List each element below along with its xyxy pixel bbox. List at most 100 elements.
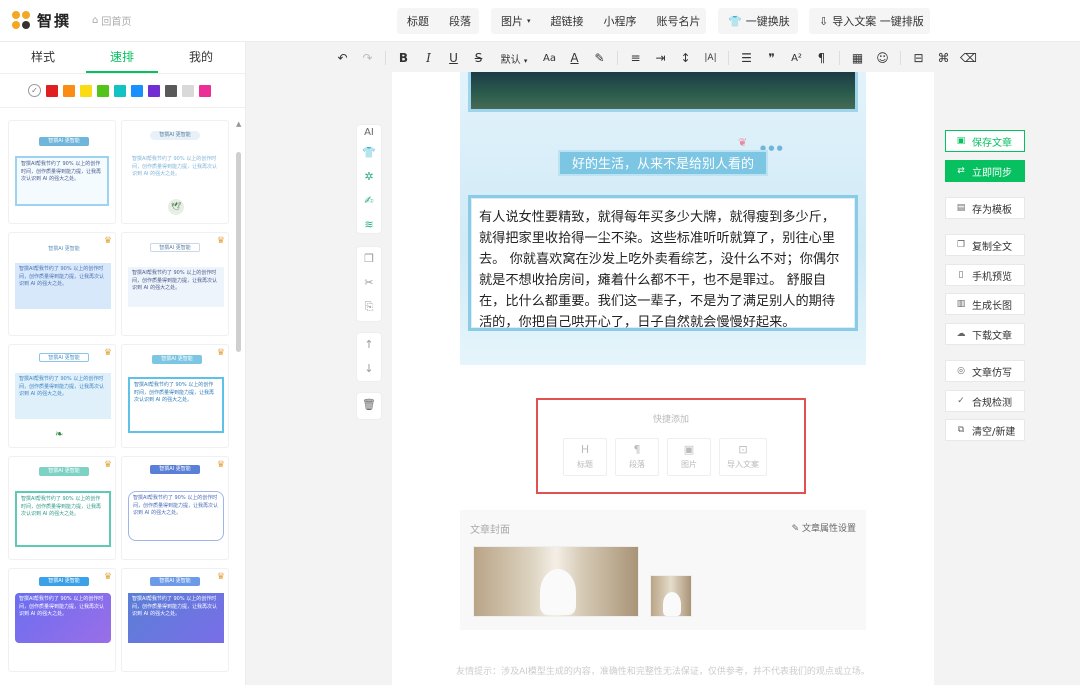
line-height-icon[interactable]: ↕ bbox=[673, 51, 698, 65]
color-swatch-cyan[interactable] bbox=[114, 84, 126, 97]
image-icon: ▣ bbox=[683, 443, 695, 456]
color-swatch-blue[interactable] bbox=[131, 84, 143, 97]
insert-account-card-button[interactable]: 账号名片 bbox=[647, 13, 711, 29]
quick-add-image-button[interactable]: ▣ 图片 bbox=[667, 438, 711, 476]
eraser-icon[interactable]: ⌫ bbox=[956, 51, 981, 65]
article-settings-link[interactable]: ✎ 文章属性设置 bbox=[792, 521, 856, 534]
tab-mine[interactable]: 我的 bbox=[165, 42, 237, 73]
mobile-preview-button[interactable]: ▯ 手机预览 bbox=[945, 264, 1025, 286]
long-image-button[interactable]: ▥ 生成长图 bbox=[945, 293, 1025, 315]
template-card[interactable]: ♛ 智撰AI 更智能 智撰AI帮我节约了 90% 以上的创作时间，创作质量得到能… bbox=[8, 232, 116, 336]
color-swatch-pink[interactable] bbox=[199, 84, 211, 97]
download-article-button[interactable]: ☁ 下载文章 bbox=[945, 323, 1025, 345]
template-card[interactable]: ♛ 智撰AI 更智能 智撰AI帮我节约了 90% 以上的创作时间，创作质量得到能… bbox=[121, 344, 229, 448]
crown-icon: ♛ bbox=[216, 460, 225, 470]
ai-layout-icon[interactable]: ≋ bbox=[364, 213, 373, 237]
move-up-icon[interactable]: ↑ bbox=[364, 333, 373, 357]
letter-spacing-icon[interactable]: |A| bbox=[698, 53, 723, 63]
template-card[interactable]: ♛ 智撰AI 更智能 智撰AI帮我节约了 90% 以上的创作时间，创作质量得到能… bbox=[8, 568, 116, 672]
style-panel: 样式 速排 我的 ✓ 智撰AI 更智能 智撰AI帮我节约了 90% 以上的创作时… bbox=[0, 42, 246, 685]
rewrite-article-button[interactable]: ◎ 文章仿写 bbox=[945, 360, 1025, 382]
paste-icon[interactable]: ⎘ bbox=[365, 295, 374, 319]
article-paragraph[interactable]: 有人说女性要精致，就得每年买多少大牌，就得瘦到多少斤，就得把家里收拾得一尘不染。… bbox=[468, 195, 858, 331]
save-article-button[interactable]: ▣ 保存文章 bbox=[945, 130, 1025, 152]
quick-add-box: 快捷添加 H 标题 ¶ 段落 ▣ 图片 ⊡ 导入文案 bbox=[536, 398, 806, 494]
copy-all-button[interactable]: ❐ 复制全文 bbox=[945, 234, 1025, 256]
quick-add-paragraph-button[interactable]: ¶ 段落 bbox=[615, 438, 659, 476]
ai-write-icon[interactable]: ✍ bbox=[364, 189, 373, 213]
underline-icon[interactable]: U bbox=[441, 51, 466, 65]
font-size-icon[interactable]: Aa bbox=[537, 53, 562, 64]
article-settings-label: 文章属性设置 bbox=[801, 524, 856, 534]
clear-new-button[interactable]: ⧉ 清空/新建 bbox=[945, 419, 1025, 441]
rewrite-article-label: 文章仿写 bbox=[972, 367, 1012, 379]
color-swatch-grey[interactable] bbox=[182, 84, 194, 97]
undo-icon[interactable]: ↶ bbox=[330, 51, 355, 65]
cover-image-large[interactable] bbox=[473, 546, 639, 617]
article-heading[interactable]: 好的生活，从来不是给别人看的 bbox=[558, 150, 768, 176]
insert-paragraph-button[interactable]: 段落 bbox=[439, 13, 481, 29]
table-icon[interactable]: ▦ bbox=[845, 51, 870, 65]
font-color-icon[interactable]: A bbox=[562, 51, 587, 65]
insert-miniprogram-button[interactable]: 小程序 bbox=[594, 13, 647, 29]
format-toolbar: ↶ ↷ B I U S 默认 ▾ Aa A ✎ ≡ ⇥ ↕ |A| ☰ ❞ A²… bbox=[330, 44, 1010, 72]
template-card[interactable]: ♛ 智撰AI 更智能 智撰AI帮我节约了 90% 以上的创作时间，创作质量得到能… bbox=[8, 344, 116, 448]
color-swatch-red[interactable] bbox=[46, 84, 58, 97]
emoji-icon[interactable]: ☺ bbox=[870, 51, 895, 65]
template-card[interactable]: 智撰AI 更智能 智撰AI帮我节约了 90% 以上的创作时间，创作质量得到能力提… bbox=[121, 120, 229, 224]
color-swatch-black[interactable] bbox=[165, 84, 177, 97]
template-card[interactable]: ♛ 智撰AI 更智能 智撰AI帮我节约了 90% 以上的创作时间，创作质量得到能… bbox=[121, 232, 229, 336]
app-name: 智撰 bbox=[37, 12, 72, 30]
import-layout-button[interactable]: ⇩ 导入文案 一键排版 bbox=[809, 13, 934, 29]
app-logo[interactable]: 智撰 bbox=[12, 10, 71, 31]
font-select[interactable]: 默认 ▾ bbox=[491, 51, 537, 66]
trash-icon[interactable]: 🗑 bbox=[362, 393, 376, 417]
color-swatch-purple[interactable] bbox=[148, 84, 160, 97]
color-swatch-orange[interactable] bbox=[63, 84, 75, 97]
format-painter-icon[interactable]: ⌘ bbox=[931, 51, 956, 65]
home-link[interactable]: ⌂ 回首页 bbox=[92, 13, 131, 28]
one-click-skin-button[interactable]: 👕 一键换肤 bbox=[718, 13, 800, 29]
sync-now-button[interactable]: ⇄ 立即同步 bbox=[945, 160, 1025, 182]
leaf-icon: ❧ bbox=[55, 429, 64, 440]
insert-link-button[interactable]: 超链接 bbox=[541, 13, 594, 29]
align-icon[interactable]: ≡ bbox=[623, 51, 648, 65]
article-block[interactable]: ❦ ● ● ● 好的生活，从来不是给别人看的 有人说女性要精致，就得每年买多少大… bbox=[460, 72, 866, 365]
all-colors-check-icon[interactable]: ✓ bbox=[28, 84, 41, 97]
divider-insert-icon[interactable]: ⊟ bbox=[906, 51, 931, 65]
indent-icon[interactable]: ⇥ bbox=[648, 51, 673, 65]
compliance-check-button[interactable]: ✓ 合规检测 bbox=[945, 390, 1025, 412]
color-swatch-green[interactable] bbox=[97, 84, 109, 97]
list-icon[interactable]: ☰ bbox=[734, 51, 759, 65]
bold-icon[interactable]: B bbox=[391, 51, 416, 65]
ai-style-icon[interactable]: 👕 bbox=[362, 141, 376, 165]
save-template-button[interactable]: ▤ 存为模板 bbox=[945, 197, 1025, 219]
mobile-preview-label: 手机预览 bbox=[972, 271, 1012, 283]
tab-quick-layout[interactable]: 速排 bbox=[86, 42, 158, 73]
superscript-icon[interactable]: A² bbox=[784, 53, 809, 64]
template-scrollbar[interactable] bbox=[236, 152, 241, 352]
cover-image-small[interactable] bbox=[650, 575, 692, 617]
ai-sparkle-icon[interactable]: ✲ bbox=[364, 165, 373, 189]
insert-image-button[interactable]: 图片 ▾ bbox=[491, 13, 541, 29]
template-card[interactable]: ♛ 智撰AI 更智能 智撰AI帮我节约了 90% 以上的创作时间，创作质量得到能… bbox=[121, 568, 229, 672]
insert-heading-button[interactable]: 标题 bbox=[397, 13, 439, 29]
tab-styles[interactable]: 样式 bbox=[7, 42, 79, 73]
article-top-image[interactable] bbox=[468, 72, 858, 112]
template-card[interactable]: 智撰AI 更智能 智撰AI帮我节约了 90% 以上的创作时间，创作质量得到能力提… bbox=[8, 120, 116, 224]
italic-icon[interactable]: I bbox=[416, 51, 441, 65]
highlight-icon[interactable]: ✎ bbox=[587, 51, 612, 65]
template-card[interactable]: ♛ 智撰AI 更智能 智撰AI帮我节约了 90% 以上的创作时间，创作质量得到能… bbox=[121, 456, 229, 560]
scroll-up-arrow-icon[interactable]: ▲ bbox=[236, 120, 241, 128]
paragraph-mark-icon[interactable]: ¶ bbox=[809, 51, 834, 65]
quick-add-import-button[interactable]: ⊡ 导入文案 bbox=[719, 438, 767, 476]
strikethrough-icon[interactable]: S bbox=[466, 51, 491, 65]
quote-icon[interactable]: ❞ bbox=[759, 51, 784, 65]
quick-add-heading-button[interactable]: H 标题 bbox=[563, 438, 607, 476]
copy-icon[interactable]: ❐ bbox=[364, 247, 374, 271]
color-swatch-yellow[interactable] bbox=[80, 84, 92, 97]
redo-icon[interactable]: ↷ bbox=[355, 51, 380, 65]
move-down-icon[interactable]: ↓ bbox=[364, 357, 373, 381]
template-card[interactable]: ♛ 智撰AI 更智能 智撰AI帮我节约了 90% 以上的创作时间，创作质量得到能… bbox=[8, 456, 116, 560]
cut-icon[interactable]: ✂ bbox=[364, 271, 373, 295]
